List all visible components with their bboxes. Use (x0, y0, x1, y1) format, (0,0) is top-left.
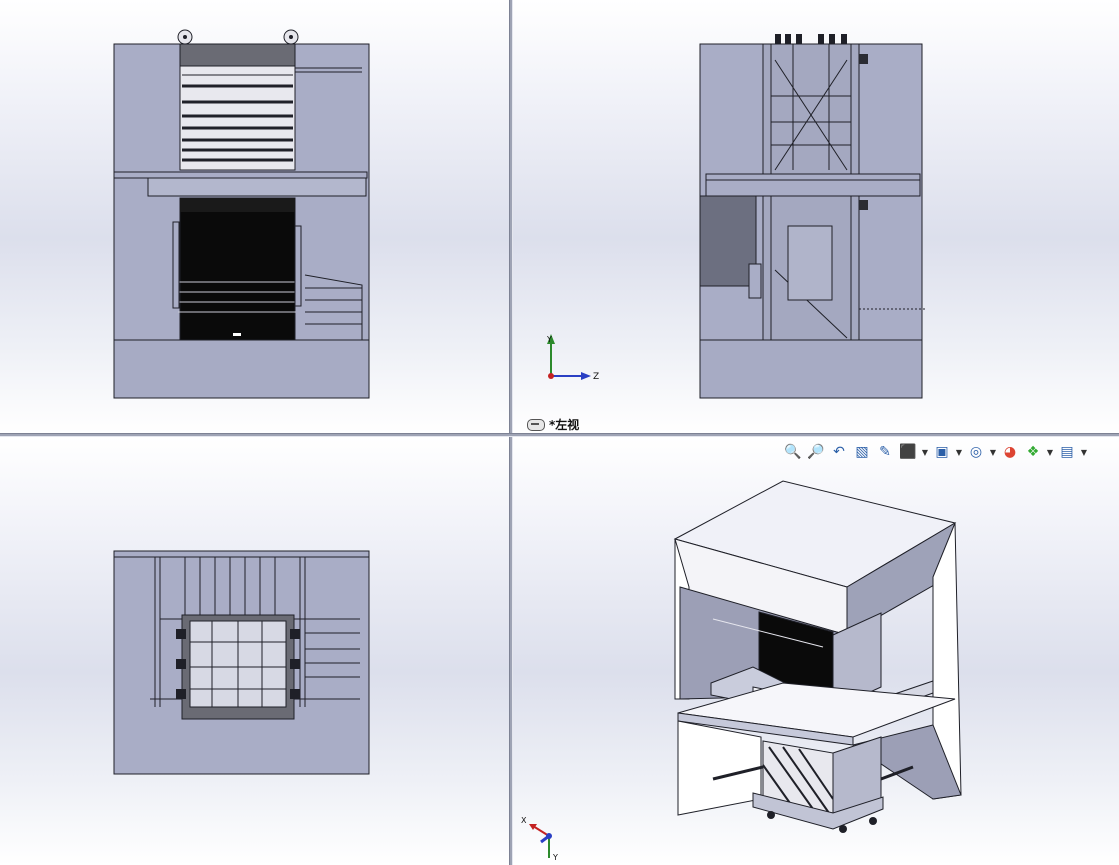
viewport-left[interactable]: Y Z *左视 (513, 0, 1119, 433)
viewport-top[interactable] (0, 437, 509, 865)
axis-triad: Y Z (546, 334, 599, 382)
triad-y-label: Y (552, 853, 558, 862)
triad-x-label: X (521, 816, 527, 825)
view-label-text: *左视 (549, 418, 580, 432)
front-view-model (113, 29, 370, 399)
viewport-isometric[interactable]: 🔍 🔎 ↶ ▧ ✎ ⬛ ▼ ▣ ▼ ◎ ▼ ◕ ❖ ▼ ▤ ▼ X Y (513, 437, 1119, 865)
axis-triad-iso: X Y (521, 816, 558, 862)
triad-z-label: Z (593, 372, 599, 382)
triad-y-label: Y (546, 335, 552, 344)
isometric-model (673, 480, 962, 833)
top-view-model (113, 550, 370, 775)
view-label-left[interactable]: *左视 (527, 416, 579, 433)
horizontal-viewport-splitter[interactable] (0, 433, 1119, 437)
link-view-icon[interactable] (527, 418, 545, 431)
viewport-front[interactable] (0, 0, 509, 433)
